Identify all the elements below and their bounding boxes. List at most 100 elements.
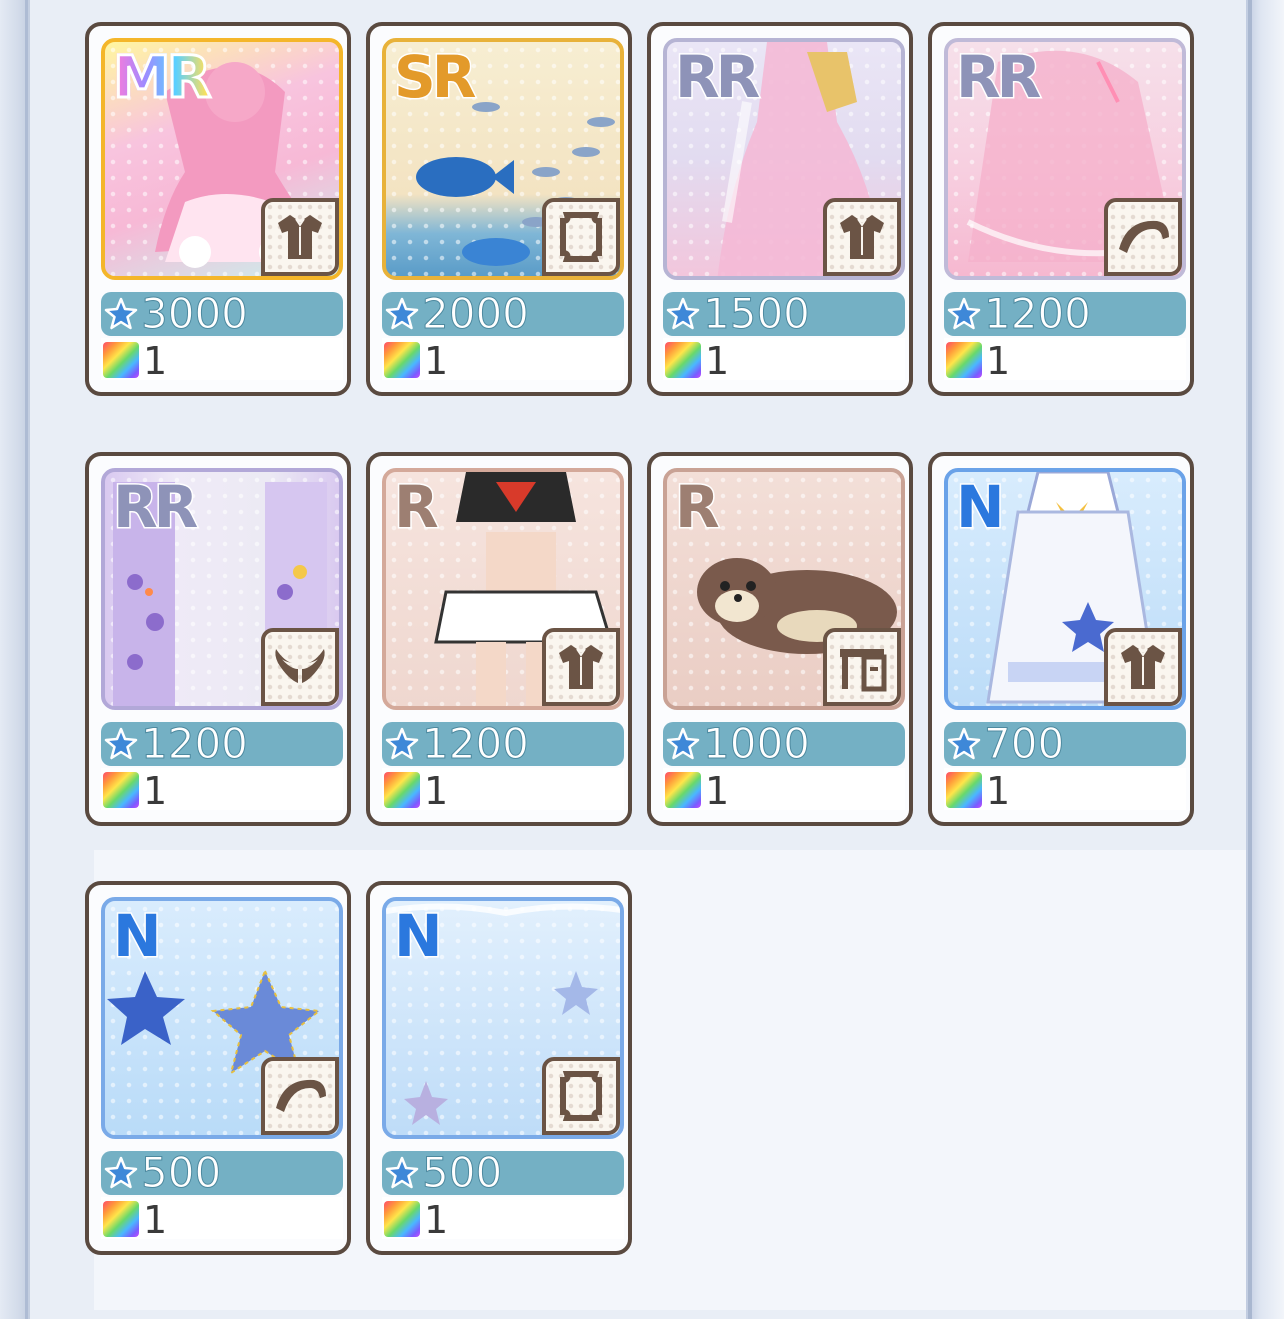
star-icon [104, 727, 138, 760]
quantity-row: 1 [944, 768, 1186, 813]
star-icon [385, 727, 419, 760]
quantity-value: 1 [986, 769, 1011, 813]
price-bar: 1200 [944, 289, 1186, 338]
rainbow-gem-icon [103, 1201, 139, 1237]
item-thumbnail[interactable]: N [382, 897, 624, 1139]
quantity-value: 1 [424, 1198, 449, 1242]
rank-badge: MR [111, 42, 212, 113]
price-bar: 1200 [101, 719, 343, 768]
price-bar: 1500 [663, 289, 905, 338]
rainbow-gem-icon [384, 342, 420, 378]
price-value: 500 [421, 1148, 503, 1197]
item-card[interactable]: MR 3000 1 [85, 22, 351, 396]
wings-icon [261, 628, 339, 706]
star-icon [385, 297, 419, 330]
quantity-row: 1 [101, 768, 343, 813]
price-bar: 500 [382, 1148, 624, 1197]
price-value: 1200 [141, 719, 249, 768]
item-thumbnail[interactable]: R [382, 468, 624, 710]
rank-badge: RR [111, 472, 199, 543]
item-card[interactable]: N 500 1 [366, 881, 632, 1255]
rank-badge: RR [954, 42, 1042, 113]
frame-icon [542, 198, 620, 276]
furniture-icon [823, 628, 901, 706]
price-value: 500 [140, 1148, 222, 1197]
item-thumbnail[interactable]: N [944, 468, 1186, 710]
price-value: 1000 [703, 719, 811, 768]
dress-icon [261, 198, 339, 276]
rank-badge: R [674, 472, 722, 543]
star-icon [666, 297, 700, 330]
quantity-row: 1 [663, 338, 905, 383]
quantity-value: 1 [424, 769, 449, 813]
item-thumbnail[interactable]: MR [101, 38, 343, 280]
item-card[interactable]: N 500 1 [85, 881, 351, 1255]
price-bar: 1200 [382, 719, 624, 768]
price-value: 2000 [422, 289, 530, 338]
quantity-value: 1 [424, 339, 449, 383]
star-icon [104, 1156, 138, 1189]
rainbow-gem-icon [384, 772, 420, 808]
dress-icon [823, 198, 901, 276]
item-thumbnail[interactable]: N [101, 897, 343, 1139]
left-frame [0, 0, 30, 1319]
item-card[interactable]: RR 1200 1 [928, 22, 1194, 396]
price-value: 700 [983, 719, 1065, 768]
price-bar: 2000 [382, 289, 624, 338]
quantity-row: 1 [663, 768, 905, 813]
quantity-value: 1 [143, 339, 168, 383]
quantity-row: 1 [101, 1197, 343, 1242]
star-icon [947, 727, 981, 760]
item-card[interactable]: R 1200 1 [366, 452, 632, 826]
price-value: 1200 [422, 719, 530, 768]
price-value: 1200 [984, 289, 1092, 338]
price-bar: 700 [944, 719, 1186, 768]
rank-badge: N [112, 901, 163, 972]
quantity-value: 1 [143, 769, 168, 813]
quantity-row: 1 [382, 768, 624, 813]
item-thumbnail[interactable]: SR [382, 38, 624, 280]
item-thumbnail[interactable]: RR [663, 38, 905, 280]
rainbow-gem-icon [665, 772, 701, 808]
star-icon [385, 1156, 419, 1189]
hair-icon [1104, 198, 1182, 276]
rainbow-gem-icon [103, 772, 139, 808]
star-icon [947, 297, 981, 330]
item-card[interactable]: N 700 1 [928, 452, 1194, 826]
frame-icon [542, 1057, 620, 1135]
quantity-value: 1 [705, 339, 730, 383]
rank-badge: R [393, 472, 441, 543]
item-card[interactable]: RR 1200 1 [85, 452, 351, 826]
item-thumbnail[interactable]: RR [101, 468, 343, 710]
quantity-value: 1 [705, 769, 730, 813]
price-value: 3000 [141, 289, 249, 338]
rainbow-gem-icon [946, 342, 982, 378]
quantity-value: 1 [986, 339, 1011, 383]
item-thumbnail[interactable]: RR [944, 38, 1186, 280]
quantity-value: 1 [143, 1198, 168, 1242]
item-card[interactable]: RR 1500 1 [647, 22, 913, 396]
price-bar: 3000 [101, 289, 343, 338]
item-card[interactable]: R 1000 1 [647, 452, 913, 826]
dress-icon [542, 628, 620, 706]
item-card[interactable]: SR 2000 1 [366, 22, 632, 396]
price-bar: 500 [101, 1148, 343, 1197]
rainbow-gem-icon [384, 1201, 420, 1237]
dress-icon [1104, 628, 1182, 706]
rainbow-gem-icon [946, 772, 982, 808]
star-icon [104, 297, 138, 330]
quantity-row: 1 [382, 338, 624, 383]
hair-icon [261, 1057, 339, 1135]
price-value: 1500 [703, 289, 811, 338]
rank-badge: N [393, 901, 444, 972]
rainbow-gem-icon [665, 342, 701, 378]
rainbow-gem-icon [103, 342, 139, 378]
rank-badge: RR [673, 42, 761, 113]
star-icon [666, 727, 700, 760]
rank-badge: N [955, 472, 1006, 543]
item-thumbnail[interactable]: R [663, 468, 905, 710]
quantity-row: 1 [101, 338, 343, 383]
scrollbar-track[interactable] [1246, 0, 1284, 1319]
quantity-row: 1 [382, 1197, 624, 1242]
price-bar: 1000 [663, 719, 905, 768]
